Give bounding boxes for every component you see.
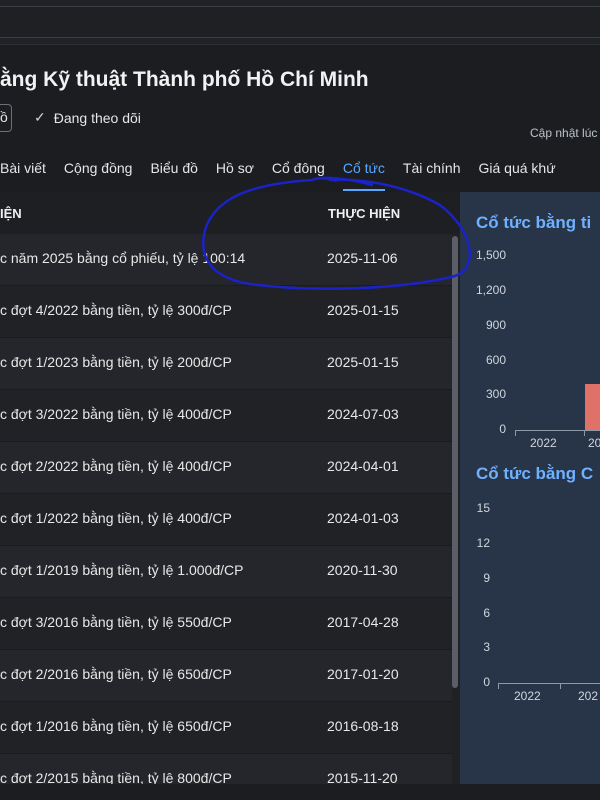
x-tick [560, 683, 561, 689]
event-cell: c đợt 2/2016 bằng tiền, tỷ lệ 650đ/CP [0, 666, 232, 682]
table-row[interactable]: c năm 2025 bằng cổ phiếu, tỷ lệ 100:14 20… [0, 234, 452, 286]
y-tick-label: 15 [476, 501, 490, 515]
date-cell: 2025-01-15 [327, 302, 399, 318]
checkmark-icon: ✓ [34, 109, 46, 125]
stock-dividend-chart-title: Cổ tức bằng C [476, 464, 594, 483]
event-cell: c đợt 1/2019 bằng tiền, tỷ lệ 1.000đ/CP [0, 562, 244, 578]
y-tick-label: 1,200 [475, 283, 506, 297]
table-row[interactable]: c đợt 1/2023 bằng tiền, tỷ lệ 200đ/CP 202… [0, 338, 452, 390]
date-cell: 2024-04-01 [327, 458, 399, 474]
table-row[interactable]: c đợt 2/2016 bằng tiền, tỷ lệ 650đ/CP 201… [0, 650, 452, 702]
event-cell: c đợt 3/2016 bằng tiền, tỷ lệ 550đ/CP [0, 614, 232, 630]
y-tick-label: 6 [483, 606, 490, 620]
tab-co-dong[interactable]: Cổ đông [263, 160, 334, 184]
tab-bieu-do[interactable]: Biểu đồ [141, 160, 206, 184]
date-cell: 2025-01-15 [327, 354, 399, 370]
bottom-edge [0, 784, 600, 800]
date-cell: 2020-11-30 [327, 562, 398, 578]
x-tick [584, 430, 585, 436]
y-tick-label: 12 [476, 536, 490, 550]
date-cell: 2017-04-28 [327, 614, 399, 630]
column-header-event[interactable]: IỆN [0, 206, 22, 221]
tab-gia-qua-khu[interactable]: Giá quá khứ [469, 160, 564, 184]
cash-dividend-chart-title: Cổ tức bằng ti [476, 213, 592, 232]
event-cell: c đợt 1/2016 bằng tiền, tỷ lệ 650đ/CP [0, 718, 232, 734]
x-tick-label: 2022 [514, 689, 541, 703]
x-tick-label: 202 [578, 689, 599, 703]
table-row[interactable]: c đợt 2/2022 bằng tiền, tỷ lệ 400đ/CP 202… [0, 442, 452, 494]
updated-timestamp: Cập nhật lúc [530, 126, 598, 140]
x-tick-label: 20 [588, 436, 600, 450]
section-tabs: Bài viết Cộng đồng Biểu đồ Hồ sơ Cổ đông… [0, 160, 565, 191]
y-tick-label: 900 [485, 318, 506, 332]
event-cell: c năm 2025 bằng cổ phiếu, tỷ lệ 100:14 [0, 250, 246, 266]
tab-bai-viet[interactable]: Bài viết [0, 160, 55, 184]
y-tick-label: 3 [483, 640, 490, 654]
x-tick [498, 683, 499, 689]
chart-bar[interactable] [585, 384, 600, 430]
date-cell: 2016-08-18 [327, 718, 399, 734]
y-tick-label: 600 [485, 353, 506, 367]
y-tick-label: 0 [499, 422, 506, 436]
column-header-date[interactable]: THỰC HIỆN [328, 206, 400, 221]
date-cell: 2024-01-03 [327, 510, 399, 526]
table-row[interactable]: c đợt 3/2016 bằng tiền, tỷ lệ 550đ/CP 201… [0, 598, 452, 650]
dividend-table: IỆN THỰC HIỆN c năm 2025 bằng cổ phiếu, … [0, 192, 460, 800]
compare-button-label: ồ [0, 109, 8, 125]
event-cell: c đợt 2/2022 bằng tiền, tỷ lệ 400đ/CP [0, 458, 232, 474]
follow-label: Đang theo dõi [53, 109, 141, 126]
table-header: IỆN THỰC HIỆN [0, 192, 460, 234]
address-bar-area [0, 6, 600, 38]
x-axis [498, 683, 600, 684]
y-tick-label: 300 [485, 387, 506, 401]
date-cell: 2025-11-06 [327, 250, 398, 266]
x-tick [515, 430, 516, 436]
x-axis [515, 430, 600, 431]
tab-co-tuc[interactable]: Cổ tức [334, 160, 394, 191]
table-row[interactable]: c đợt 1/2016 bằng tiền, tỷ lệ 650đ/CP 201… [0, 702, 452, 754]
table-row[interactable]: c đợt 1/2019 bằng tiền, tỷ lệ 1.000đ/CP 2… [0, 546, 452, 598]
date-cell: 2017-01-20 [327, 666, 399, 682]
event-cell: c đợt 4/2022 bằng tiền, tỷ lệ 300đ/CP [0, 302, 232, 318]
table-row[interactable]: c đợt 3/2022 bằng tiền, tỷ lệ 400đ/CP 202… [0, 390, 452, 442]
date-cell: 2024-07-03 [327, 406, 399, 422]
company-title: ằng Kỹ thuật Thành phố Hồ Chí Minh [0, 68, 369, 91]
follow-toggle[interactable]: ✓ Đang theo dõi [34, 109, 141, 126]
y-tick-label: 9 [483, 571, 490, 585]
x-tick-label: 2022 [530, 436, 557, 450]
tab-ho-so[interactable]: Hồ sơ [207, 160, 263, 184]
tab-tai-chinh[interactable]: Tài chính [394, 160, 470, 184]
tab-cong-dong[interactable]: Cộng đồng [55, 160, 142, 184]
event-cell: c đợt 1/2022 bằng tiền, tỷ lệ 400đ/CP [0, 510, 232, 526]
chart-panel: Cổ tức bằng ti 1,500 1,200 900 600 300 0… [460, 192, 600, 784]
table-body: c năm 2025 bằng cổ phiếu, tỷ lệ 100:14 20… [0, 234, 452, 800]
browser-top-bar [0, 0, 600, 45]
event-cell: c đợt 1/2023 bằng tiền, tỷ lệ 200đ/CP [0, 354, 232, 370]
table-row[interactable]: c đợt 1/2022 bằng tiền, tỷ lệ 400đ/CP 202… [0, 494, 452, 546]
y-tick-label: 1,500 [475, 248, 506, 262]
table-row[interactable]: c đợt 4/2022 bằng tiền, tỷ lệ 300đ/CP 202… [0, 286, 452, 338]
y-tick-label: 0 [483, 675, 490, 689]
table-scrollbar[interactable] [452, 236, 458, 688]
event-cell: c đợt 3/2022 bằng tiền, tỷ lệ 400đ/CP [0, 406, 232, 422]
